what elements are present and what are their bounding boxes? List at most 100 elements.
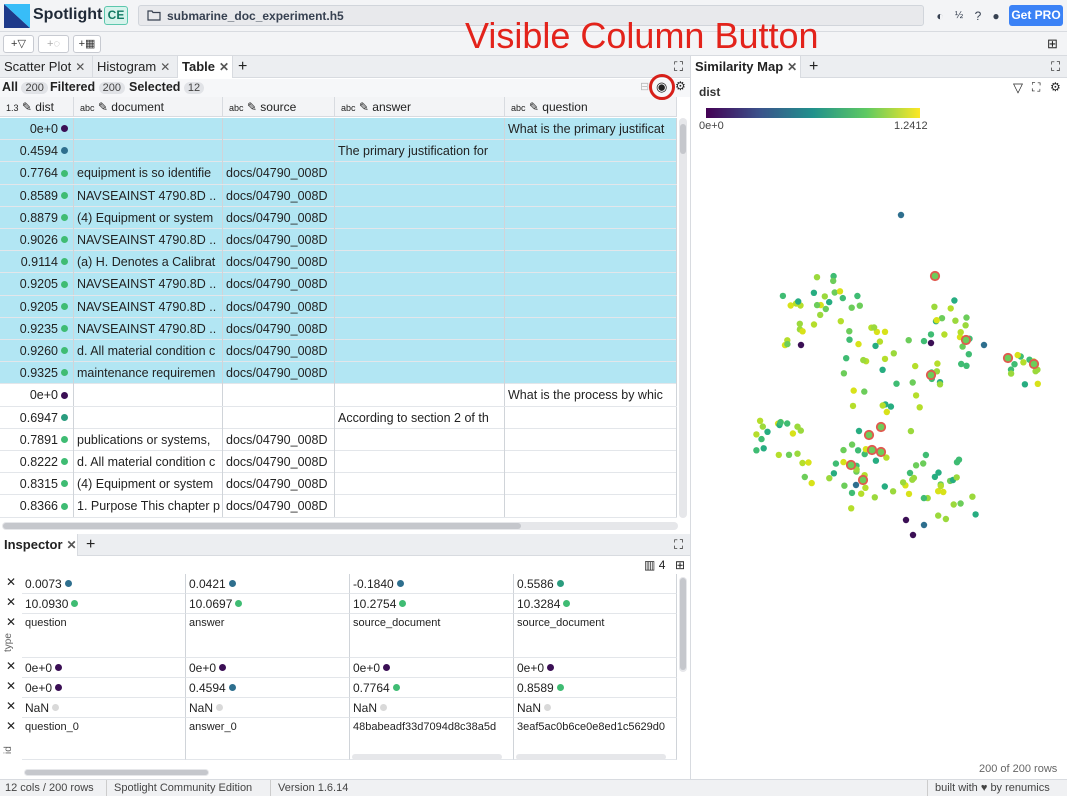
table-horizontal-scrollbar[interactable] (2, 522, 678, 530)
map-point[interactable] (1014, 351, 1021, 359)
map-point[interactable] (963, 314, 970, 321)
table-row[interactable]: 0.8879 (4) Equipment or system docs/04790_… (0, 206, 677, 229)
fraction-icon[interactable]: ½ (951, 8, 967, 24)
map-point[interactable] (872, 457, 880, 464)
map-point[interactable] (957, 329, 964, 336)
map-point[interactable] (936, 381, 944, 388)
add-tab-icon[interactable]: + (805, 56, 825, 78)
remove-field-icon[interactable]: ✕ (6, 595, 16, 609)
table-cell-dist[interactable]: 0.8366 (0, 495, 74, 518)
inspector-cell[interactable]: 10.3284 (514, 594, 677, 614)
selected-map-point[interactable] (1028, 358, 1040, 370)
table-cell-answer[interactable] (335, 495, 505, 518)
selected-map-point[interactable] (875, 446, 887, 458)
remove-field-icon[interactable]: ✕ (6, 659, 16, 673)
inspector-cell[interactable]: 0.5586 (514, 574, 677, 594)
table-cell-dist[interactable]: 0e+0 (0, 118, 74, 140)
map-point[interactable] (893, 380, 900, 387)
map-point[interactable] (840, 458, 847, 466)
table-cell-dist[interactable]: 0.8879 (0, 206, 74, 229)
table-row[interactable]: 0.8315 (4) Equipment or system docs/04790_… (0, 473, 677, 496)
table-cell-dist[interactable]: 0.9325 (0, 362, 74, 385)
map-point[interactable] (848, 489, 856, 497)
table-cell-question[interactable] (505, 340, 677, 362)
table-cell-question[interactable] (505, 428, 677, 451)
table-cell-answer[interactable] (335, 251, 505, 274)
map-point[interactable] (953, 474, 960, 481)
map-point[interactable] (758, 435, 765, 443)
table-cell-document[interactable]: d. All material condition c (74, 451, 223, 473)
table-cell-question[interactable] (505, 229, 677, 251)
table-row[interactable]: 0.9114 (a) H. Denotes a Calibrat docs/0479… (0, 251, 677, 274)
map-point[interactable] (931, 303, 938, 310)
table-cell-question[interactable] (505, 251, 677, 274)
map-point[interactable] (916, 404, 923, 411)
close-icon[interactable]: ✕ (67, 538, 77, 552)
table-cell-question[interactable] (505, 406, 677, 429)
map-point[interactable] (910, 474, 918, 482)
map-point[interactable] (831, 289, 838, 296)
map-point[interactable] (955, 456, 963, 463)
map-point[interactable] (920, 337, 928, 345)
map-point[interactable] (756, 417, 764, 424)
selected-map-point[interactable] (866, 444, 878, 456)
map-point[interactable] (922, 451, 930, 459)
table-row[interactable]: 0.9026 NAVSEAINST 4790.8D .. docs/04790_00… (0, 229, 677, 252)
map-point[interactable] (912, 462, 920, 469)
map-point[interactable] (813, 274, 821, 281)
map-point[interactable] (805, 459, 812, 466)
table-cell-answer[interactable] (335, 273, 505, 296)
table-cell-question[interactable]: What is the primary justificat (505, 118, 677, 140)
inspector-cell[interactable]: 10.0697 (186, 594, 350, 614)
selected-map-point[interactable] (960, 334, 972, 346)
table-cell-document[interactable] (74, 384, 223, 407)
scrollbar-thumb[interactable] (680, 124, 686, 154)
map-point[interactable] (764, 428, 771, 435)
table-cell-question[interactable]: What is the process by whic (505, 384, 677, 407)
table-cell-question[interactable] (505, 362, 677, 385)
cell-scrollbar[interactable] (516, 754, 666, 760)
map-point[interactable] (799, 459, 806, 467)
map-point[interactable] (836, 288, 844, 295)
add-grid-button[interactable]: +▦ (73, 35, 101, 53)
table-cell-document[interactable] (74, 406, 223, 429)
map-point[interactable] (897, 211, 905, 219)
map-point[interactable] (794, 423, 801, 430)
table-cell-answer[interactable] (335, 340, 505, 362)
map-point[interactable] (889, 488, 897, 495)
map-point[interactable] (902, 516, 910, 524)
map-point[interactable] (883, 408, 890, 416)
map-point[interactable] (830, 470, 838, 477)
similarity-map-plot[interactable] (691, 140, 1067, 770)
add-filter-button[interactable]: +▽ (3, 35, 34, 53)
remove-field-icon[interactable]: ✕ (6, 615, 16, 629)
add-tag-button[interactable]: +◌ (38, 35, 69, 53)
map-point[interactable] (856, 302, 863, 309)
table-cell-document[interactable]: NAVSEAINST 4790.8D .. (74, 317, 223, 340)
map-point[interactable] (935, 512, 942, 519)
table-cell-answer[interactable] (335, 229, 505, 251)
map-point[interactable] (822, 305, 829, 313)
selected-map-point[interactable] (845, 459, 857, 471)
map-point[interactable] (860, 356, 867, 364)
inspector-cell[interactable]: NaN (186, 698, 350, 718)
selected-map-point[interactable] (857, 474, 869, 486)
close-icon[interactable]: ✕ (787, 60, 797, 74)
remove-field-icon[interactable]: ✕ (6, 699, 16, 713)
map-point[interactable] (947, 305, 954, 312)
table-cell-source[interactable]: docs/04790_008D (223, 340, 335, 362)
compact-icon[interactable]: ⊟ (640, 80, 649, 93)
map-point[interactable] (937, 482, 944, 490)
map-point[interactable] (795, 298, 802, 305)
table-cell-answer[interactable] (335, 428, 505, 451)
maximize-icon[interactable]: ⛶ (1047, 56, 1065, 78)
map-point[interactable] (905, 337, 912, 344)
filter-selected[interactable]: Selected 12 (129, 80, 205, 94)
selected-map-point[interactable] (925, 369, 937, 381)
map-point[interactable] (817, 311, 824, 319)
map-point[interactable] (846, 336, 853, 343)
map-point[interactable] (957, 500, 964, 507)
tab-inspector[interactable]: Inspector ✕ (0, 534, 78, 556)
table-cell-question[interactable] (505, 273, 677, 296)
inspector-cell[interactable]: 0.8589 (514, 678, 677, 698)
